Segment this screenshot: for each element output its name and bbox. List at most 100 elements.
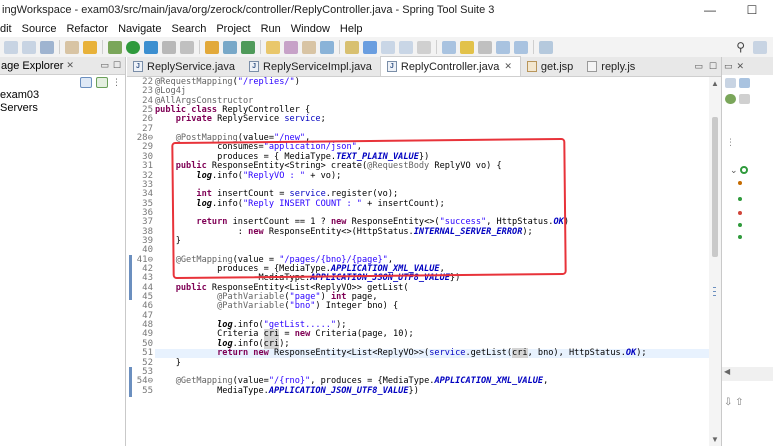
- package-explorer: age Explorer ✕ ▭ ☐ ⋮ exam03 Servers: [0, 57, 126, 446]
- outline-horizontal-scrollbar[interactable]: ◀: [722, 367, 773, 381]
- maximize-view-icon[interactable]: ☐: [113, 60, 121, 71]
- tab-label: reply.js: [601, 60, 636, 73]
- package-explorer-tab[interactable]: age Explorer ✕ ▭ ☐: [0, 57, 125, 75]
- block-selection-icon[interactable]: [381, 40, 395, 54]
- stop-icon[interactable]: [162, 40, 176, 54]
- last-edit-icon[interactable]: [478, 40, 492, 54]
- code-line[interactable]: @PathVariable("bno") Integer bno) {: [155, 302, 709, 312]
- tab-label: ReplyService.java: [147, 60, 236, 73]
- menu-project[interactable]: Project: [211, 23, 255, 35]
- hide-static-icon[interactable]: [739, 94, 750, 104]
- back-icon[interactable]: [496, 40, 510, 54]
- new-spring-icon[interactable]: [241, 40, 255, 54]
- server-icon[interactable]: [144, 40, 158, 54]
- collapse-all-icon[interactable]: [80, 76, 92, 88]
- scroll-thumb[interactable]: [712, 117, 718, 257]
- tree-item-servers[interactable]: Servers: [0, 102, 125, 115]
- quick-access-search-icon[interactable]: ⚲: [736, 40, 745, 54]
- menu-source[interactable]: Source: [17, 23, 62, 35]
- new-package-icon[interactable]: [205, 40, 219, 54]
- tree-item-exam03[interactable]: exam03: [0, 89, 125, 102]
- search-icon[interactable]: [65, 40, 79, 54]
- tab-reply-js[interactable]: reply.js: [581, 57, 643, 76]
- menu-run[interactable]: Run: [256, 23, 286, 35]
- scroll-up-icon[interactable]: ▲: [709, 79, 721, 88]
- code-line[interactable]: @RequestMapping("/replies/"): [155, 77, 709, 87]
- outline-tab[interactable]: ▭ ✕: [722, 57, 773, 75]
- code-line[interactable]: }: [155, 236, 709, 246]
- method-icon[interactable]: [738, 223, 742, 227]
- search-file-icon[interactable]: [302, 40, 316, 54]
- task-list-icon[interactable]: ⇩ ⇧: [724, 397, 744, 408]
- menu-search[interactable]: Search: [166, 23, 211, 35]
- code-line[interactable]: log.info("ReplyVO : " + vo);: [155, 171, 709, 181]
- package-explorer-title: age Explorer: [1, 59, 64, 72]
- code-line[interactable]: : new ResponseEntity<>(HttpStatus.INTERN…: [155, 227, 709, 237]
- tab-label: ReplyController.java: [400, 60, 500, 73]
- menu-navigate[interactable]: Navigate: [113, 23, 166, 35]
- class-node-icon[interactable]: ⌄: [730, 165, 749, 176]
- menu-refactor[interactable]: Refactor: [61, 23, 113, 35]
- close-icon[interactable]: ✕: [737, 61, 745, 72]
- tab-reply-controller[interactable]: J ReplyController.java ✕: [379, 56, 521, 76]
- hide-fields-icon[interactable]: [725, 94, 736, 104]
- sort-icon[interactable]: [725, 78, 736, 88]
- method-icon[interactable]: [738, 235, 742, 239]
- new-class-icon[interactable]: [223, 40, 237, 54]
- more-icon[interactable]: ⋮: [726, 137, 735, 148]
- close-icon[interactable]: ✕: [504, 61, 512, 72]
- maximize-button[interactable]: ☐: [731, 0, 773, 20]
- code-line[interactable]: return new ResponseEntity<List<ReplyVO>>…: [155, 348, 709, 359]
- close-icon[interactable]: ✕: [66, 60, 74, 71]
- code-line[interactable]: log.info("Reply INSERT COUNT : " + inser…: [155, 199, 709, 209]
- filter-icon[interactable]: [739, 78, 750, 88]
- minimize-editor-icon[interactable]: ▭: [694, 61, 703, 72]
- new-icon[interactable]: [4, 40, 18, 54]
- prev-annotation-icon[interactable]: [460, 40, 474, 54]
- tab-get-jsp[interactable]: get.jsp: [521, 57, 581, 76]
- open-task-icon[interactable]: [284, 40, 298, 54]
- toggle-highlight-icon[interactable]: [363, 40, 377, 54]
- external-tools-icon[interactable]: [180, 40, 194, 54]
- forward-icon[interactable]: [514, 40, 528, 54]
- code-line[interactable]: MediaType.APPLICATION_JSON_UTF8_VALUE}): [155, 386, 709, 396]
- save-all-icon[interactable]: [40, 40, 54, 54]
- maximize-editor-icon[interactable]: ☐: [709, 61, 717, 72]
- view-menu-icon[interactable]: ⋮: [112, 77, 121, 88]
- whitespace-icon[interactable]: [399, 40, 413, 54]
- pin-editor-icon[interactable]: [539, 40, 553, 54]
- field-icon[interactable]: [738, 181, 742, 185]
- minimize-view-icon[interactable]: ▭: [724, 61, 733, 72]
- scroll-down-icon[interactable]: ▼: [709, 435, 721, 444]
- change-marker: [129, 367, 132, 397]
- source-text[interactable]: @RequestMapping("/replies/") @Log4j @AllAr…: [153, 77, 709, 446]
- save-icon[interactable]: [22, 40, 36, 54]
- run-icon[interactable]: [126, 40, 140, 54]
- minimize-view-icon[interactable]: ▭: [100, 60, 109, 71]
- code-line[interactable]: }: [155, 358, 709, 368]
- tab-reply-service[interactable]: J ReplyService.java: [127, 57, 243, 76]
- next-annotation-icon[interactable]: [442, 40, 456, 54]
- code-area[interactable]: 22 23 24 25 26 27 28⊖ 29 30 31 32 33 34 35 36 37 38 39 40 4…: [127, 77, 721, 446]
- menu-window[interactable]: Window: [286, 23, 335, 35]
- annotation-icon[interactable]: [320, 40, 334, 54]
- tab-reply-service-impl[interactable]: J ReplyServiceImpl.java: [243, 57, 380, 76]
- open-type-icon[interactable]: [266, 40, 280, 54]
- method-icon[interactable]: [738, 211, 742, 215]
- line-number: 55: [142, 385, 153, 396]
- refresh-icon[interactable]: [83, 40, 97, 54]
- code-line[interactable]: private ReplyService service;: [155, 115, 709, 125]
- jsp-file-icon: [526, 61, 537, 72]
- menu-help[interactable]: Help: [335, 23, 368, 35]
- editor-vertical-scrollbar[interactable]: ▲ ▼: [709, 77, 721, 446]
- open-perspective-icon[interactable]: [753, 40, 767, 54]
- main-toolbar: ⚲: [0, 37, 773, 57]
- show-whitespace-icon[interactable]: [417, 40, 431, 54]
- minimize-button[interactable]: —: [689, 0, 731, 20]
- menu-edit[interactable]: dit: [0, 23, 17, 35]
- link-editor-icon[interactable]: [96, 76, 108, 88]
- occurrence-marker: [713, 287, 716, 288]
- debug-icon[interactable]: [108, 40, 122, 54]
- method-icon[interactable]: [738, 197, 742, 201]
- toggle-mark-icon[interactable]: [345, 40, 359, 54]
